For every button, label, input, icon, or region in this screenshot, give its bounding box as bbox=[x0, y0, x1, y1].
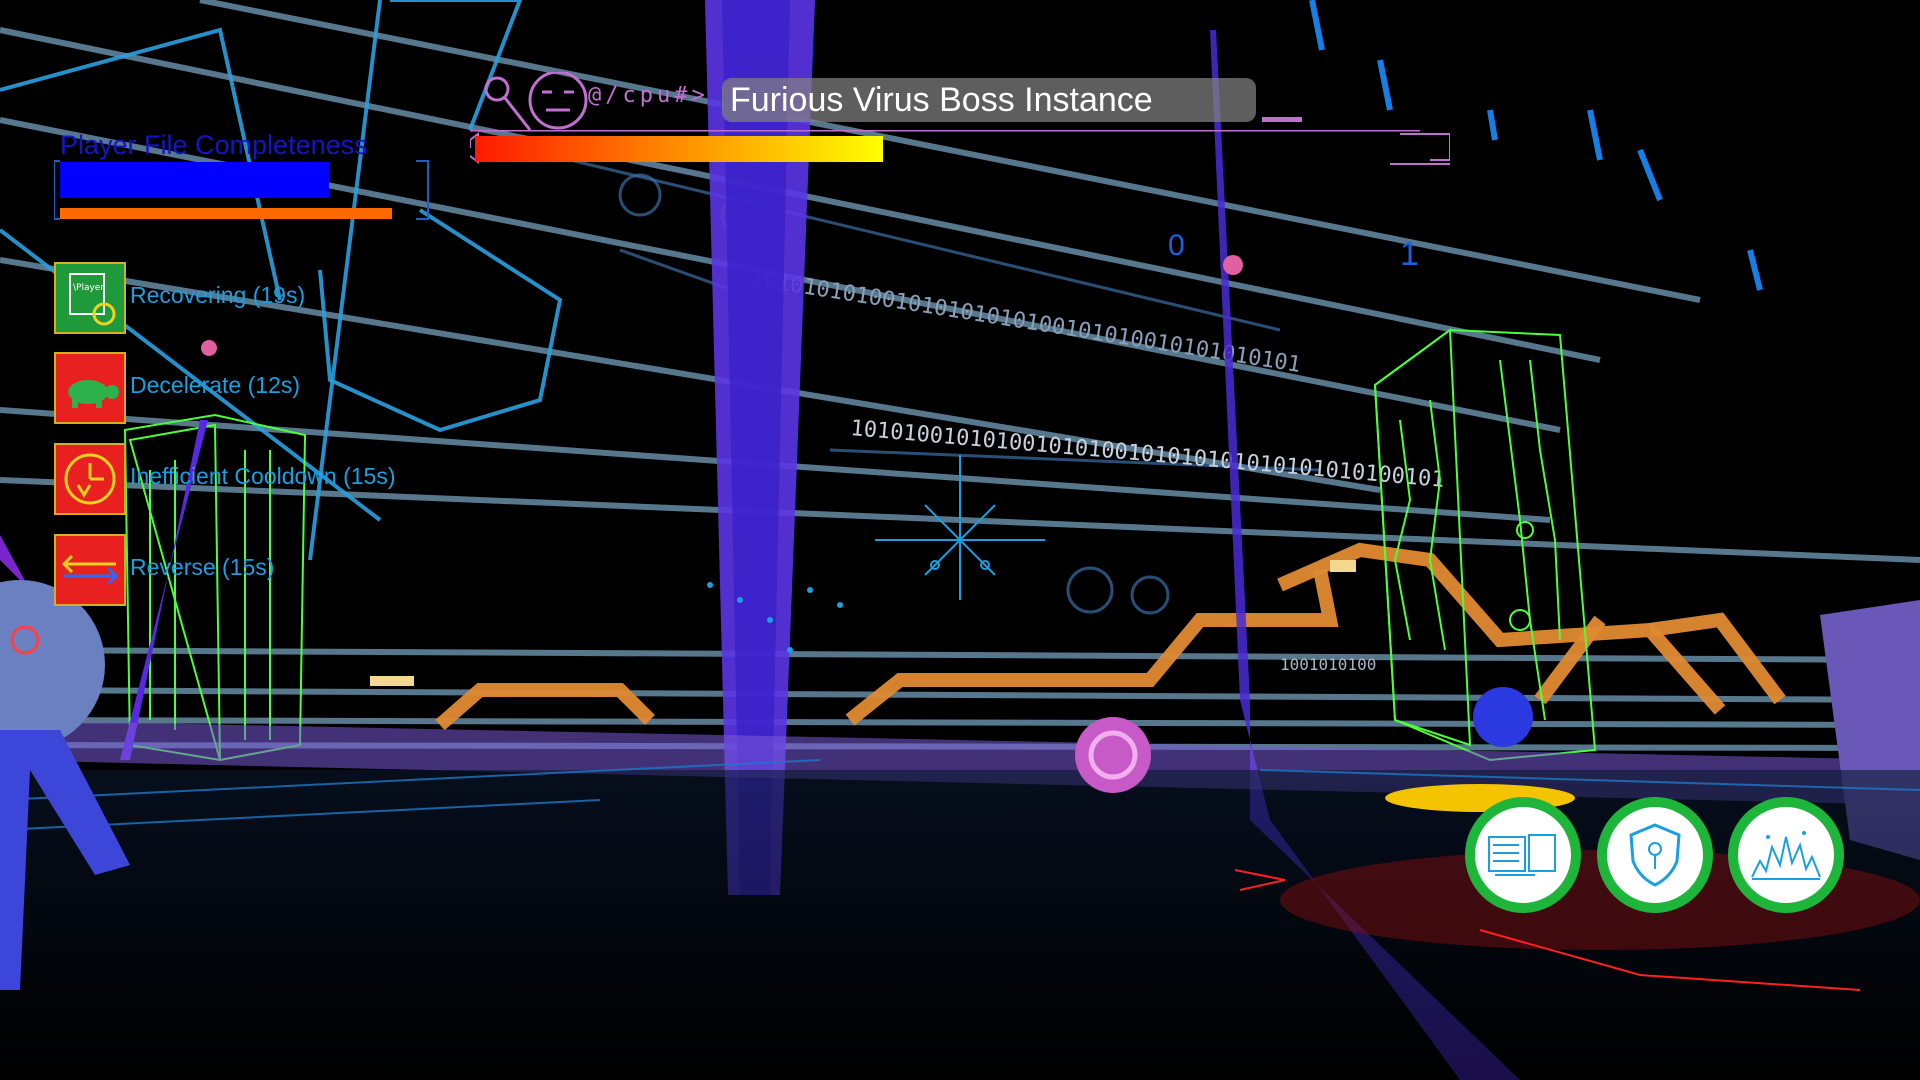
player-bar-frame bbox=[54, 155, 434, 225]
boss-prompt-text: @/cpu#> bbox=[588, 76, 709, 116]
status-effect-label: Inefficient Cooldown (15s) bbox=[130, 463, 396, 490]
boss-health-bar bbox=[475, 136, 883, 162]
status-effect-label: Recovering (19s) bbox=[130, 282, 305, 309]
shield-icon bbox=[1607, 807, 1703, 903]
player-file-recover-icon: \Player bbox=[54, 262, 126, 334]
clock-down-icon bbox=[54, 443, 126, 515]
binary-text-3: 1001010100 bbox=[1280, 655, 1376, 674]
status-effect-label: Decelerate (12s) bbox=[130, 372, 300, 399]
file-copy-icon bbox=[1475, 807, 1571, 903]
pink-virus-orb bbox=[1075, 717, 1151, 793]
turtle-icon bbox=[54, 352, 126, 424]
floating-zero-glyph: 0 bbox=[1168, 229, 1185, 262]
ability-file-copy-button[interactable] bbox=[1465, 797, 1581, 913]
svg-text:\Player: \Player bbox=[73, 283, 104, 293]
boss-name-underline bbox=[1262, 117, 1302, 122]
boss-avatar-icon bbox=[480, 72, 590, 134]
floating-one-glyph: 1 bbox=[1400, 235, 1419, 273]
ability-shield-button[interactable] bbox=[1597, 797, 1713, 913]
explosion-icon bbox=[1738, 807, 1834, 903]
status-effect-label: Reverse (15s) bbox=[130, 554, 274, 581]
blue-orb bbox=[1473, 687, 1533, 747]
ability-explosion-button[interactable] bbox=[1728, 797, 1844, 913]
boss-name-label: Furious Virus Boss Instance bbox=[722, 78, 1256, 122]
reverse-arrows-icon bbox=[54, 534, 126, 606]
